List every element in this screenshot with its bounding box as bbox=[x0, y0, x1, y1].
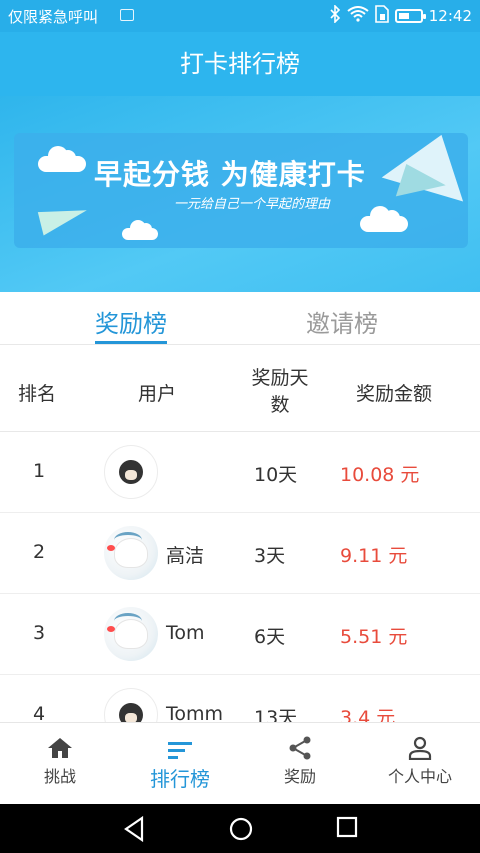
bird-avatar-icon bbox=[107, 619, 148, 649]
status-bar: 仅限紧急呼叫 12:42 bbox=[0, 0, 480, 32]
row-rank: 3 bbox=[33, 622, 46, 644]
bluetooth-icon bbox=[329, 4, 341, 27]
row-rank: 2 bbox=[33, 541, 46, 563]
cloud-icon bbox=[122, 220, 158, 240]
back-icon[interactable] bbox=[122, 815, 146, 846]
system-navigation-bar bbox=[0, 804, 480, 853]
image-notification-icon bbox=[120, 9, 134, 21]
page-title: 打卡排行榜 bbox=[180, 50, 300, 78]
row-amount: 5.51 元 bbox=[340, 626, 408, 648]
row-username: Tom bbox=[166, 622, 205, 644]
banner-subtitle: 一元给自己一个早起的理由 bbox=[174, 197, 331, 212]
header-rank: 排名 bbox=[18, 383, 57, 405]
row-days: 13天 bbox=[254, 707, 298, 722]
bird-avatar-icon bbox=[107, 538, 148, 568]
app-header: 打卡排行榜 bbox=[0, 32, 480, 96]
avatar bbox=[104, 445, 158, 499]
status-icons: 12:42 bbox=[329, 4, 472, 27]
table-row[interactable]: 1 10天 10.08 元 bbox=[0, 432, 480, 513]
row-days: 10天 bbox=[254, 464, 298, 486]
row-rank: 1 bbox=[33, 460, 46, 482]
row-amount: 10.08 元 bbox=[340, 464, 420, 486]
share-icon bbox=[240, 723, 360, 763]
nav-challenge[interactable]: 挑战 bbox=[0, 723, 120, 805]
promo-banner[interactable]: 早起分钱 为健康打卡 一元给自己一个早起的理由 bbox=[0, 96, 480, 292]
row-amount: 3.4 元 bbox=[340, 707, 396, 722]
avatar bbox=[104, 526, 158, 580]
nav-profile[interactable]: 个人中心 bbox=[360, 723, 480, 805]
sim-icon bbox=[374, 5, 389, 27]
avatar bbox=[104, 688, 158, 722]
row-amount: 9.11 元 bbox=[340, 545, 408, 567]
recent-apps-icon[interactable] bbox=[336, 816, 358, 842]
battery-icon bbox=[394, 9, 426, 23]
row-username: 高洁 bbox=[166, 545, 205, 567]
nav-label: 挑战 bbox=[43, 767, 76, 786]
leaderboard-list[interactable]: 1 10天 10.08 元 2 高洁 3天 9.11 元 3 Tom 6天 5.… bbox=[0, 432, 480, 722]
nav-label: 奖励 bbox=[283, 767, 316, 786]
nav-ranking[interactable]: 排行榜 bbox=[120, 723, 240, 805]
row-days: 6天 bbox=[254, 626, 286, 648]
avatar bbox=[104, 607, 158, 661]
tab-invite[interactable]: 邀请榜 bbox=[306, 304, 378, 339]
table-row[interactable]: 3 Tom 6天 5.51 元 bbox=[0, 594, 480, 675]
table-row[interactable]: 2 高洁 3天 9.11 元 bbox=[0, 513, 480, 594]
header-days: 奖励天数 bbox=[251, 367, 309, 416]
home-icon bbox=[0, 723, 120, 763]
carrier-label: 仅限紧急呼叫 bbox=[8, 8, 99, 26]
tab-reward[interactable]: 奖励榜 bbox=[95, 304, 167, 344]
nav-label: 个人中心 bbox=[387, 767, 452, 786]
home-circle-icon[interactable] bbox=[228, 816, 254, 846]
cartoon-avatar-icon bbox=[119, 460, 143, 484]
leaderboard-tabs: 奖励榜 邀请榜 bbox=[0, 292, 480, 344]
row-username: Tomm bbox=[166, 703, 224, 722]
row-days: 3天 bbox=[254, 545, 286, 567]
banner-title: 早起分钱 为健康打卡 bbox=[94, 158, 366, 191]
ranking-icon bbox=[120, 723, 240, 763]
cloud-icon bbox=[38, 146, 86, 172]
nav-reward[interactable]: 奖励 bbox=[240, 723, 360, 805]
nav-label: 排行榜 bbox=[150, 767, 210, 791]
user-icon bbox=[360, 723, 480, 763]
clock: 12:42 bbox=[428, 7, 472, 25]
table-header: 排名 用户 奖励天数 奖励金额 bbox=[0, 344, 480, 432]
cartoon-avatar-icon bbox=[119, 703, 143, 722]
bottom-navigation: 挑战 排行榜 奖励 个人中心 bbox=[0, 722, 480, 804]
table-row[interactable]: 4 Tomm 13天 3.4 元 bbox=[0, 675, 480, 722]
header-amount: 奖励金额 bbox=[356, 383, 433, 405]
row-rank: 4 bbox=[33, 703, 46, 722]
header-user: 用户 bbox=[138, 383, 177, 405]
wifi-icon bbox=[347, 6, 369, 26]
